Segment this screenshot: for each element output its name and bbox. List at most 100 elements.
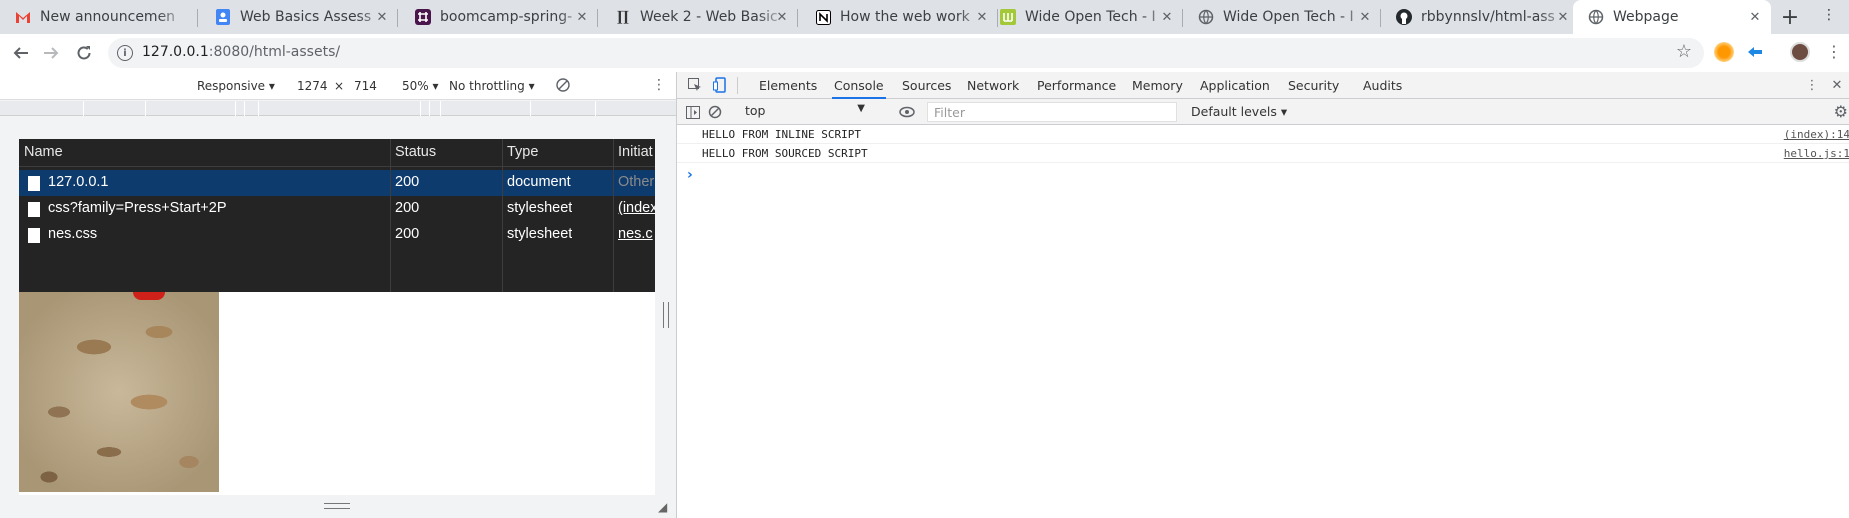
close-icon[interactable]: ✕ bbox=[1159, 9, 1175, 25]
inspect-element-icon[interactable] bbox=[687, 77, 703, 93]
devtools-tabs: Elements Console Sources Network Perform… bbox=[677, 72, 1849, 99]
tab-application[interactable]: Application bbox=[1198, 72, 1272, 99]
tab-performance[interactable]: Performance bbox=[1035, 72, 1118, 99]
tab-webpage[interactable]: Webpage ✕ bbox=[1573, 0, 1771, 34]
tab-week2[interactable]: ∏ Week 2 - Web Basic ✕ bbox=[600, 0, 798, 34]
tab-separator bbox=[597, 9, 598, 27]
row-type: stylesheet bbox=[507, 226, 573, 242]
column-type[interactable]: Type bbox=[507, 144, 538, 160]
red-shape bbox=[133, 292, 165, 300]
network-table-header: Name Status Type Initiat bbox=[19, 139, 655, 167]
tab-separator bbox=[197, 9, 198, 27]
row-status: 200 bbox=[395, 200, 420, 216]
address-bar[interactable]: i 127.0.0.1:8080/html-assets/ ☆ bbox=[108, 38, 1704, 68]
viewport-resize-handle[interactable] bbox=[663, 302, 669, 328]
tab-github[interactable]: rbbynnslv/html-ass ✕ bbox=[1381, 0, 1579, 34]
gear-icon[interactable]: ⚙ bbox=[1834, 102, 1848, 121]
tab-gmail[interactable]: New announcemen bbox=[0, 0, 198, 34]
url-host: 127.0.0.1 bbox=[142, 44, 209, 60]
tab-wide-open-2[interactable]: Wide Open Tech - I ✕ bbox=[1183, 0, 1381, 34]
throttle-select[interactable]: No throttling ▾ bbox=[449, 79, 535, 93]
tab-sources[interactable]: Sources bbox=[900, 72, 953, 99]
globe-icon bbox=[1587, 9, 1605, 25]
back-button[interactable] bbox=[10, 42, 32, 64]
device-toolbar: Responsive ▾ 1274 × 714 50% ▾ No throttl… bbox=[0, 72, 676, 100]
extension-icon[interactable] bbox=[1714, 42, 1734, 62]
log-text: HELLO FROM INLINE SCRIPT bbox=[702, 128, 861, 141]
row-initiator[interactable]: nes.c bbox=[618, 226, 655, 242]
console-prompt[interactable]: › bbox=[687, 167, 693, 183]
tab-how-web-works[interactable]: How the web work ✕ bbox=[800, 0, 998, 34]
close-icon[interactable]: ✕ bbox=[1357, 9, 1373, 25]
tab-title: Week 2 - Web Basic bbox=[640, 9, 778, 25]
close-icon[interactable]: ✕ bbox=[1747, 9, 1763, 25]
column-status[interactable]: Status bbox=[395, 144, 436, 160]
dimension-times: × bbox=[334, 79, 345, 93]
tab-boomcamp[interactable]: boomcamp-spring- ✕ bbox=[400, 0, 598, 34]
context-select[interactable]: top ▼ bbox=[745, 103, 865, 121]
context-label: top bbox=[745, 103, 766, 118]
resize-corner-icon[interactable]: ◢ bbox=[658, 500, 667, 514]
device-mode-select[interactable]: Responsive ▾ bbox=[197, 79, 275, 93]
media-query-ruler bbox=[0, 101, 676, 116]
tab-console[interactable]: Console bbox=[832, 72, 886, 99]
tab-security[interactable]: Security bbox=[1286, 72, 1341, 99]
log-source-link[interactable]: hello.js:1 bbox=[1784, 147, 1849, 160]
console-filter-input[interactable]: Filter bbox=[927, 102, 1177, 122]
tab-title: How the web work bbox=[840, 9, 970, 25]
info-icon[interactable]: i bbox=[117, 45, 133, 61]
browser-toolbar: i 127.0.0.1:8080/html-assets/ ☆ ⋮ bbox=[0, 34, 1849, 72]
reload-button[interactable] bbox=[73, 42, 95, 64]
window-menu-icon[interactable]: ⋮ bbox=[1822, 7, 1836, 23]
row-type: stylesheet bbox=[507, 200, 573, 216]
column-name[interactable]: Name bbox=[24, 144, 63, 160]
sidebar-toggle-icon[interactable] bbox=[685, 104, 701, 120]
close-icon[interactable]: ✕ bbox=[774, 9, 790, 25]
table-row[interactable]: css?family=Press+Start+2P 200 stylesheet… bbox=[19, 196, 655, 222]
eye-icon[interactable] bbox=[899, 104, 915, 120]
tab-network[interactable]: Network bbox=[965, 72, 1021, 99]
tab-web-basics[interactable]: Web Basics Assess ✕ bbox=[200, 0, 398, 34]
row-initiator[interactable]: (index bbox=[618, 200, 655, 216]
google-forms-icon bbox=[214, 9, 232, 25]
file-icon bbox=[28, 176, 40, 191]
tab-separator bbox=[397, 9, 398, 27]
star-icon[interactable]: ☆ bbox=[1676, 41, 1692, 62]
tab-separator bbox=[797, 9, 798, 27]
viewport-height-input[interactable]: 714 bbox=[354, 79, 377, 93]
device-toggle-icon[interactable] bbox=[712, 77, 728, 93]
viewport-bottom-handle[interactable] bbox=[324, 503, 350, 509]
globe-icon bbox=[1197, 9, 1215, 25]
row-type: document bbox=[507, 174, 571, 190]
log-source-link[interactable]: (index):14 bbox=[1784, 128, 1849, 141]
log-levels-select[interactable]: Default levels ▾ bbox=[1191, 104, 1287, 119]
table-row[interactable]: nes.css 200 stylesheet nes.c bbox=[19, 222, 655, 248]
notion-icon bbox=[814, 9, 832, 25]
column-initiator[interactable]: Initiat bbox=[618, 144, 653, 160]
close-icon[interactable]: ✕ bbox=[1829, 77, 1845, 93]
more-menu-icon[interactable]: ⋮ bbox=[1826, 42, 1842, 61]
forward-button[interactable] bbox=[40, 42, 62, 64]
avatar[interactable] bbox=[1790, 42, 1810, 62]
tab-elements[interactable]: Elements bbox=[757, 72, 819, 99]
tab-title: boomcamp-spring- bbox=[440, 9, 573, 25]
extension-icon[interactable] bbox=[1745, 42, 1765, 62]
viewport-width-input[interactable]: 1274 bbox=[297, 79, 328, 93]
tab-audits[interactable]: Audits bbox=[1361, 72, 1404, 99]
close-icon[interactable]: ✕ bbox=[374, 9, 390, 25]
slack-icon bbox=[414, 9, 432, 25]
close-icon[interactable]: ✕ bbox=[1555, 9, 1571, 25]
clear-console-icon[interactable] bbox=[707, 104, 723, 120]
network-table: Name Status Type Initiat 127.0.0.1 200 d… bbox=[19, 139, 655, 292]
zoom-select[interactable]: 50% ▾ bbox=[402, 79, 439, 93]
close-icon[interactable]: ✕ bbox=[574, 9, 590, 25]
tab-wide-open-1[interactable]: Wide Open Tech - I ✕ bbox=[985, 0, 1183, 34]
new-tab-button[interactable]: + bbox=[1778, 5, 1802, 30]
tab-title: Wide Open Tech - I bbox=[1025, 9, 1156, 25]
table-row[interactable]: 127.0.0.1 200 document Other bbox=[19, 170, 655, 196]
tab-memory[interactable]: Memory bbox=[1130, 72, 1185, 99]
devtools-menu-icon[interactable]: ⋮ bbox=[1804, 77, 1820, 93]
zoom-label: 50% bbox=[402, 79, 429, 93]
rotate-icon[interactable] bbox=[555, 77, 571, 96]
device-more-icon[interactable]: ⋮ bbox=[652, 77, 666, 93]
